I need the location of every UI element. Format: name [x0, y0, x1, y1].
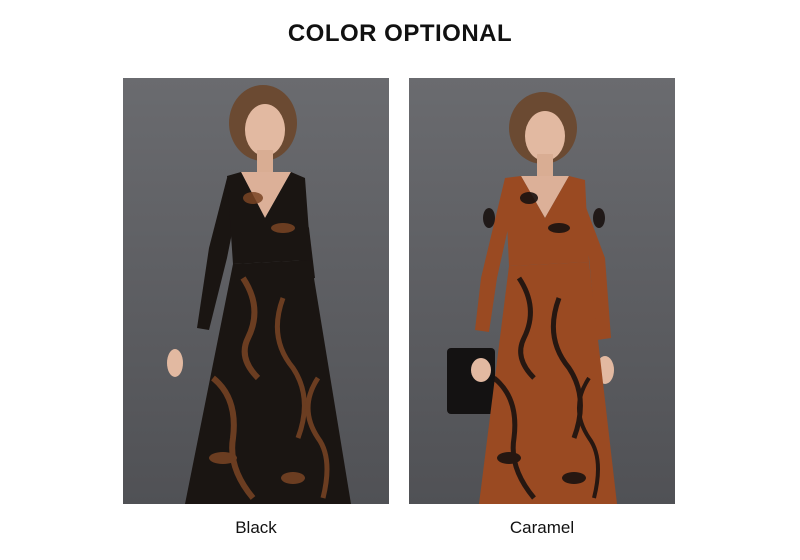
product-photo-caramel[interactable]	[409, 78, 675, 504]
color-label-caramel: Caramel	[509, 518, 575, 537]
model-black-dress-image	[123, 78, 389, 504]
page-title: COLOR OPTIONAL	[287, 20, 513, 47]
product-photo-black[interactable]	[123, 78, 389, 504]
color-label-black: Black	[235, 518, 277, 537]
model-caramel-dress-image	[409, 78, 675, 504]
clutch-bag-icon	[447, 348, 495, 414]
